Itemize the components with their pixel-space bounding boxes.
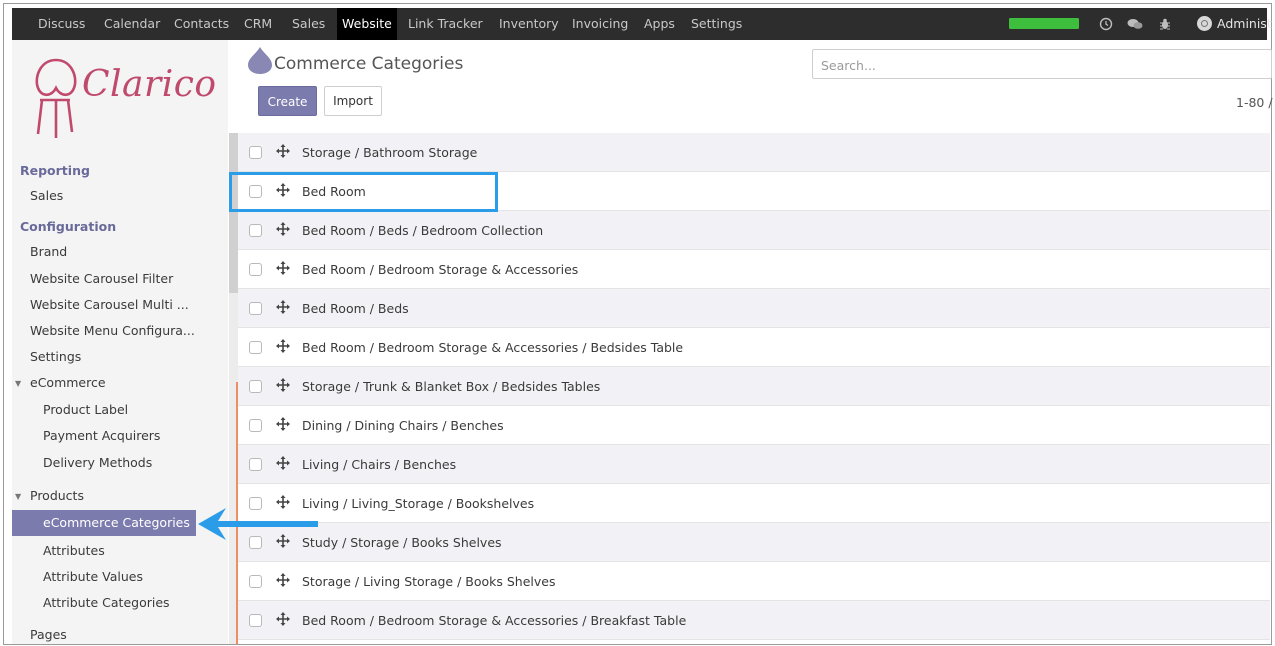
row-label: Bed Room / Bedroom Storage & Accessories… xyxy=(302,340,684,355)
menu-crm[interactable]: CRM xyxy=(244,8,272,40)
progress-fill xyxy=(1009,18,1079,29)
drag-handle-icon[interactable] xyxy=(276,221,290,236)
chair-icon xyxy=(35,58,77,138)
row-checkbox[interactable] xyxy=(249,224,262,237)
avatar[interactable] xyxy=(1197,16,1212,31)
table-row[interactable]: Storage / Bathroom Storage xyxy=(238,133,1270,172)
sidebar-item-attribute-values[interactable]: Attribute Values xyxy=(43,569,143,584)
row-label: Storage / Living Storage / Books Shelves xyxy=(302,574,556,589)
table-row[interactable]: Dining / Dining Chairs / Benches xyxy=(238,406,1270,445)
caret-down-icon[interactable]: ▼ xyxy=(15,492,21,501)
table-row[interactable]: Living / Chairs / Benches xyxy=(238,445,1270,484)
create-button[interactable]: Create xyxy=(258,86,317,116)
bug-icon[interactable] xyxy=(1158,8,1172,40)
menu-apps[interactable]: Apps xyxy=(644,8,675,40)
menu-sales[interactable]: Sales xyxy=(292,8,325,40)
menu-settings[interactable]: Settings xyxy=(691,8,742,40)
menu-calendar[interactable]: Calendar xyxy=(104,8,160,40)
sidebar-item-carousel-filter[interactable]: Website Carousel Filter xyxy=(30,271,173,286)
sidebar-group-ecommerce[interactable]: eCommerce xyxy=(30,375,106,390)
row-checkbox[interactable] xyxy=(249,419,262,432)
sidebar-item-carousel-multi[interactable]: Website Carousel Multi ... xyxy=(30,297,189,312)
row-checkbox[interactable] xyxy=(249,341,262,354)
row-checkbox[interactable] xyxy=(249,575,262,588)
row-checkbox[interactable] xyxy=(249,263,262,276)
sidebar-header-reporting: Reporting xyxy=(20,163,90,178)
clock-icon[interactable] xyxy=(1099,8,1113,40)
menu-inventory[interactable]: Inventory xyxy=(499,8,559,40)
top-navbar: Discuss Calendar Contacts CRM Sales Webs… xyxy=(12,8,1272,40)
sidebar-item-pages[interactable]: Pages xyxy=(30,627,67,642)
row-label: Storage / Trunk & Blanket Box / Bedsides… xyxy=(302,379,601,394)
drag-handle-icon[interactable] xyxy=(276,260,290,275)
row-checkbox[interactable] xyxy=(249,302,262,315)
table-row[interactable]: Living / Living_Storage / Bookshelves xyxy=(238,484,1270,523)
table-row[interactable]: Bed Room / Bedroom Storage & Accessories xyxy=(238,250,1270,289)
row-label: Study / Storage / Books Shelves xyxy=(302,535,502,550)
page-title: Commerce Categories xyxy=(274,54,464,74)
clarico-logo[interactable]: Clarico xyxy=(20,48,230,140)
progress-bar xyxy=(1009,18,1079,29)
drag-handle-icon[interactable] xyxy=(276,455,290,470)
sidebar-group-products[interactable]: Products xyxy=(30,488,84,503)
logo-text: Clarico xyxy=(82,64,217,105)
sidebar-item-product-label[interactable]: Product Label xyxy=(43,402,128,417)
row-checkbox[interactable] xyxy=(249,146,262,159)
drag-handle-icon[interactable] xyxy=(276,299,290,314)
row-label: Living / Chairs / Benches xyxy=(302,457,457,472)
table-row[interactable]: Bed Room / Beds / Bedroom Collection xyxy=(238,211,1270,250)
pager-value[interactable]: 1-80 / xyxy=(1236,95,1273,110)
table-row[interactable]: Storage / Living Storage / Books Shelves xyxy=(238,562,1270,601)
caret-down-icon[interactable]: ▼ xyxy=(15,379,21,388)
highlight-annotation xyxy=(229,172,498,212)
table-row[interactable]: Bed Room / Bedroom Storage & Accessories… xyxy=(238,601,1270,640)
sidebar-item-ecommerce-categories[interactable]: eCommerce Categories xyxy=(12,510,196,536)
row-label: Bed Room / Bedroom Storage & Accessories… xyxy=(302,613,687,628)
table-row[interactable]: Storage / Trunk & Blanket Box / Bedsides… xyxy=(238,367,1270,406)
sidebar-item-attribute-categories[interactable]: Attribute Categories xyxy=(43,595,170,610)
scrollbar-thumb[interactable] xyxy=(229,133,238,293)
drag-handle-icon[interactable] xyxy=(276,572,290,587)
arrow-left-icon xyxy=(198,508,318,540)
drag-handle-icon[interactable] xyxy=(276,143,290,158)
table-row[interactable]: Bed Room / Bedroom Storage & Accessories… xyxy=(238,328,1270,367)
sidebar-item-settings[interactable]: Settings xyxy=(30,349,81,364)
row-label: Bed Room / Beds / Bedroom Collection xyxy=(302,223,544,238)
table-row[interactable]: Study / Storage / Books Shelves xyxy=(238,523,1270,562)
sidebar-item-label: eCommerce Categories xyxy=(43,515,190,530)
row-label: Living / Living_Storage / Bookshelves xyxy=(302,496,535,511)
sidebar-item-sales[interactable]: Sales xyxy=(30,188,63,203)
import-button[interactable]: Import xyxy=(324,86,382,116)
user-name[interactable]: Administ xyxy=(1217,8,1272,40)
menu-website[interactable]: Website xyxy=(337,8,397,40)
row-checkbox[interactable] xyxy=(249,380,262,393)
drag-handle-icon[interactable] xyxy=(276,416,290,431)
sidebar-item-menu-configuration[interactable]: Website Menu Configura... xyxy=(30,323,195,338)
menu-link-tracker[interactable]: Link Tracker xyxy=(408,8,483,40)
menu-discuss[interactable]: Discuss xyxy=(38,8,85,40)
search-input[interactable] xyxy=(813,50,1275,80)
row-label: Dining / Dining Chairs / Benches xyxy=(302,418,504,433)
menu-contacts[interactable]: Contacts xyxy=(174,8,229,40)
drag-handle-icon[interactable] xyxy=(276,338,290,353)
row-label: Bed Room / Beds xyxy=(302,301,409,316)
sidebar-header-configuration: Configuration xyxy=(20,219,117,234)
menu-invoicing[interactable]: Invoicing xyxy=(572,8,628,40)
sidebar-item-attributes[interactable]: Attributes xyxy=(43,543,105,558)
chat-icon[interactable] xyxy=(1127,8,1143,40)
row-label: Bed Room / Bedroom Storage & Accessories xyxy=(302,262,579,277)
row-checkbox[interactable] xyxy=(249,458,262,471)
sidebar-item-payment-acquirers[interactable]: Payment Acquirers xyxy=(43,428,160,443)
sidebar-item-delivery-methods[interactable]: Delivery Methods xyxy=(43,455,152,470)
tour-drop-icon[interactable] xyxy=(246,46,274,74)
drag-handle-icon[interactable] xyxy=(276,611,290,626)
row-label: Storage / Bathroom Storage xyxy=(302,145,478,160)
search-box[interactable] xyxy=(812,49,1275,80)
row-checkbox[interactable] xyxy=(249,614,262,627)
drag-handle-icon[interactable] xyxy=(276,377,290,392)
sidebar-item-brand[interactable]: Brand xyxy=(30,244,67,259)
table-row[interactable]: Bed Room / Beds xyxy=(238,289,1270,328)
